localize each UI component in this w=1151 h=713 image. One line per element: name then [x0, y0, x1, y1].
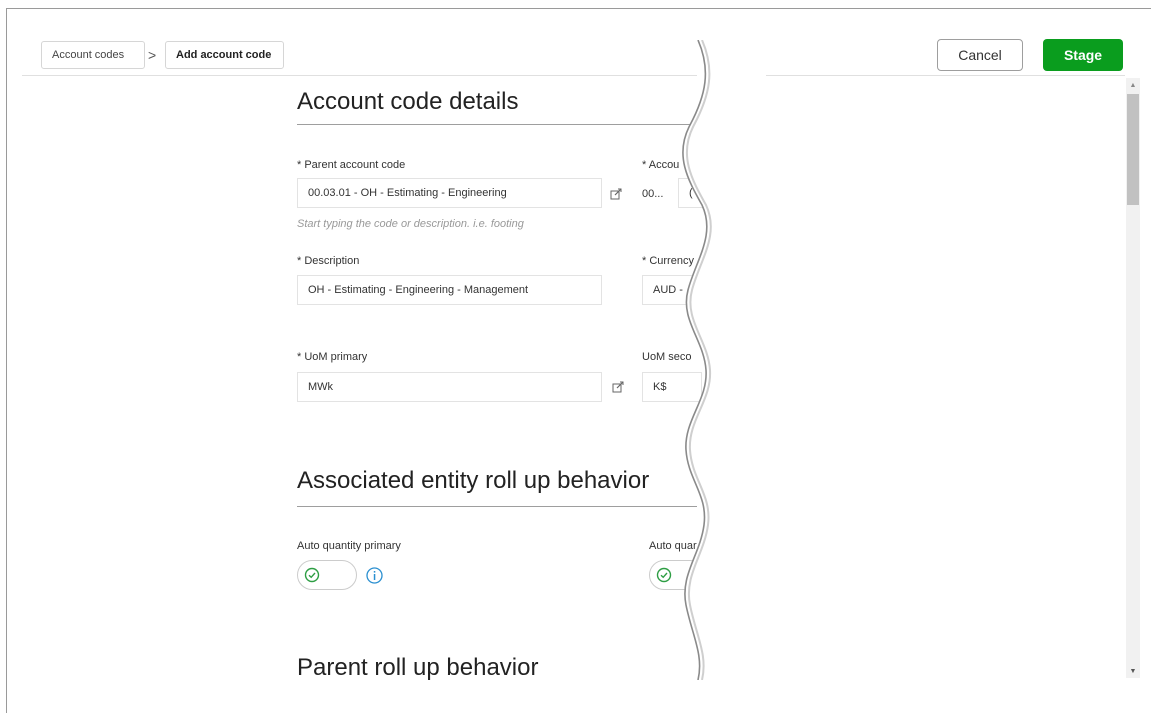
auto-quantity-secondary-toggle[interactable]	[649, 560, 705, 590]
description-input[interactable]: OH - Estimating - Engineering - Manageme…	[297, 275, 602, 305]
parent-account-code-label: * Parent account code	[297, 159, 406, 171]
parent-account-code-hint: Start typing the code or description. i.…	[297, 218, 524, 230]
section-title-associated-entity-roll-up: Associated entity roll up behavior	[297, 467, 650, 494]
scroll-thumb[interactable]	[1127, 94, 1139, 205]
account-code-label: * Accou	[642, 159, 680, 171]
description-label: * Description	[297, 255, 360, 267]
vertical-scrollbar[interactable]: ▲ ▼	[1126, 78, 1140, 678]
check-circle-icon	[304, 567, 320, 583]
stage-button[interactable]: Stage	[1043, 39, 1123, 71]
edit-icon[interactable]	[610, 188, 622, 200]
account-code-input[interactable]: (	[678, 178, 708, 208]
parent-account-code-input[interactable]: 00.03.01 - OH - Estimating - Engineering	[297, 178, 602, 208]
section-title-parent-roll-up: Parent roll up behavior	[297, 654, 539, 681]
uom-secondary-input[interactable]: K$	[642, 372, 702, 402]
section-divider	[297, 124, 697, 125]
check-circle-icon	[656, 567, 672, 583]
currency-label: * Currency	[642, 255, 694, 267]
scroll-up-arrow-icon[interactable]: ▲	[1126, 78, 1140, 92]
info-icon[interactable]	[366, 567, 383, 584]
auto-quantity-secondary-label: Auto quar	[649, 540, 697, 552]
uom-secondary-label: UoM seco	[642, 351, 692, 363]
section-divider	[297, 506, 697, 507]
scroll-down-arrow-icon[interactable]: ▼	[1126, 664, 1140, 678]
form-content: Account code details * Parent account co…	[0, 0, 708, 713]
auto-quantity-primary-toggle[interactable]	[297, 560, 357, 590]
auto-quantity-primary-label: Auto quantity primary	[297, 540, 401, 552]
currency-select[interactable]: AUD -	[642, 275, 702, 305]
uom-primary-label: * UoM primary	[297, 351, 368, 363]
cancel-button[interactable]: Cancel	[937, 39, 1023, 71]
section-title-account-code-details: Account code details	[297, 88, 519, 115]
uom-primary-input[interactable]: MWk	[297, 372, 602, 402]
header-divider-right	[760, 75, 1125, 76]
account-code-prefix: 00...	[642, 188, 664, 200]
edit-icon[interactable]	[612, 381, 624, 393]
